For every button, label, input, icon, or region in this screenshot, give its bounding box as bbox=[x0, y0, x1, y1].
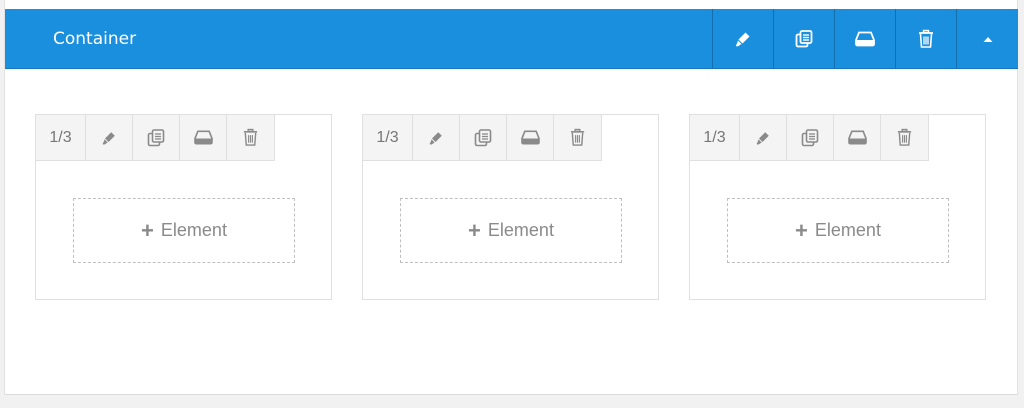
column-size-button[interactable]: 1/3 bbox=[363, 115, 413, 160]
pencil-icon bbox=[756, 131, 769, 145]
column-2: 1/3 + Element bbox=[362, 114, 659, 300]
trash-icon bbox=[570, 128, 585, 146]
clone-column-button[interactable] bbox=[133, 115, 180, 160]
save-icon bbox=[847, 130, 867, 145]
plus-icon: + bbox=[795, 217, 808, 243]
delete-column-button[interactable] bbox=[227, 115, 274, 160]
edit-column-button[interactable] bbox=[86, 115, 133, 160]
add-element-label: Element bbox=[814, 220, 881, 240]
add-element-label: Element bbox=[487, 220, 554, 240]
builder-frame: Container 1/3 + Element 1/3 + Element 1/… bbox=[4, 0, 1018, 395]
edit-column-button[interactable] bbox=[740, 115, 787, 160]
column-3: 1/3 + Element bbox=[689, 114, 986, 300]
trash-icon bbox=[919, 29, 933, 48]
plus-icon: + bbox=[468, 217, 481, 243]
container-title: Container bbox=[53, 29, 137, 49]
caret-up-icon bbox=[983, 37, 992, 42]
column-size-button[interactable]: 1/3 bbox=[36, 115, 86, 160]
clone-column-button[interactable] bbox=[787, 115, 834, 160]
column-toolbar: 1/3 bbox=[362, 114, 602, 161]
save-icon bbox=[855, 31, 875, 47]
add-element-button[interactable]: + Element bbox=[73, 198, 295, 263]
trash-icon bbox=[897, 128, 912, 146]
trash-icon bbox=[243, 128, 258, 146]
column-toolbar: 1/3 bbox=[689, 114, 929, 161]
plus-icon: + bbox=[141, 217, 154, 243]
save-icon bbox=[193, 130, 213, 145]
container-header[interactable]: Container bbox=[5, 9, 1018, 69]
pencil-icon bbox=[102, 131, 115, 145]
delete-container-button[interactable] bbox=[895, 9, 956, 69]
save-column-button[interactable] bbox=[834, 115, 881, 160]
add-element-button[interactable]: + Element bbox=[400, 198, 622, 263]
delete-column-button[interactable] bbox=[554, 115, 601, 160]
container-actions bbox=[712, 9, 1018, 69]
save-column-button[interactable] bbox=[180, 115, 227, 160]
edit-container-button[interactable] bbox=[712, 9, 773, 69]
copy-icon bbox=[795, 30, 813, 48]
save-icon bbox=[520, 130, 540, 145]
clone-container-button[interactable] bbox=[773, 9, 834, 69]
copy-icon bbox=[474, 128, 492, 146]
collapse-container-button[interactable] bbox=[956, 9, 1018, 69]
save-column-button[interactable] bbox=[507, 115, 554, 160]
add-element-label: Element bbox=[160, 220, 227, 240]
delete-column-button[interactable] bbox=[881, 115, 928, 160]
copy-icon bbox=[147, 128, 165, 146]
clone-column-button[interactable] bbox=[460, 115, 507, 160]
pencil-icon bbox=[429, 131, 442, 145]
column-1: 1/3 + Element bbox=[35, 114, 332, 300]
column-toolbar: 1/3 bbox=[35, 114, 275, 161]
edit-column-button[interactable] bbox=[413, 115, 460, 160]
pencil-icon bbox=[735, 32, 750, 47]
copy-icon bbox=[801, 128, 819, 146]
save-container-button[interactable] bbox=[834, 9, 895, 69]
column-size-button[interactable]: 1/3 bbox=[690, 115, 740, 160]
add-element-button[interactable]: + Element bbox=[727, 198, 949, 263]
